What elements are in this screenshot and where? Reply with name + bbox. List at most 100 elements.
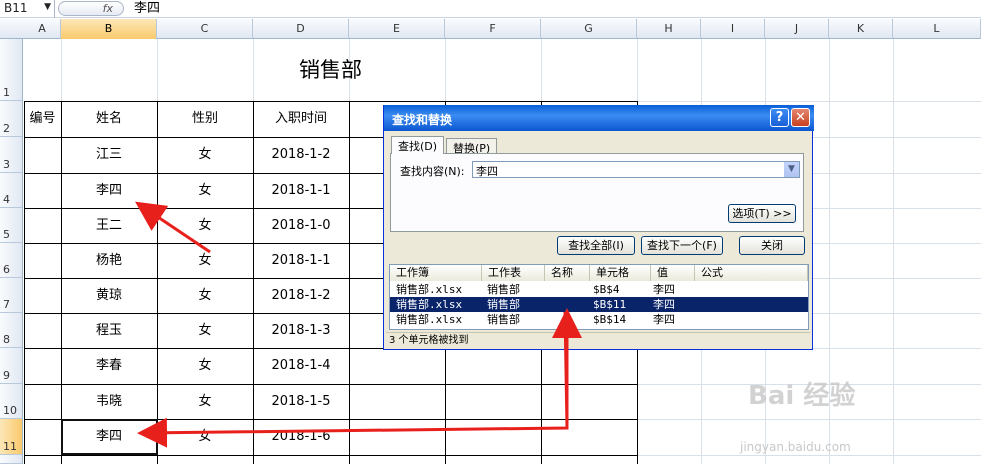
name-cell[interactable]: 黄琼	[61, 278, 157, 313]
name-cell[interactable]: 杨艳	[61, 243, 157, 278]
help-button[interactable]: ?	[770, 108, 789, 127]
result-row[interactable]: 销售部.xlsx 销售部 $B$4 李四	[390, 282, 808, 297]
row-number: 10	[3, 404, 17, 417]
column-header-c[interactable]: C	[157, 19, 253, 39]
header-cell[interactable]: 编号	[24, 101, 61, 137]
watermark-url: jingyan.baidu.com	[740, 440, 851, 454]
find-label: 查找内容(N):	[400, 165, 465, 178]
name-box[interactable]: B11 ▼	[0, 0, 55, 18]
sheet-title[interactable]: 销售部	[24, 40, 637, 101]
grid-line	[24, 455, 637, 456]
gender-cell[interactable]: 女	[157, 243, 253, 278]
active-cell-b11[interactable]	[61, 419, 158, 455]
row-header-5[interactable]: 5	[0, 208, 23, 243]
status-text: 3 个单元格被找到	[386, 332, 810, 347]
name-cell[interactable]: 李春	[61, 348, 157, 384]
insert-function-button[interactable]: fx	[58, 1, 124, 16]
date-cell[interactable]: 2018-1-2	[253, 137, 349, 173]
grid-line	[24, 101, 25, 464]
find-next-button[interactable]: 查找下一个(F)	[641, 236, 723, 255]
row-header-9[interactable]: 9	[0, 348, 23, 384]
gender-cell[interactable]: 女	[157, 384, 253, 419]
date-cell[interactable]: 2018-1-3	[253, 313, 349, 348]
name-cell[interactable]: 李四	[61, 173, 157, 208]
gender-cell[interactable]: 女	[157, 137, 253, 173]
dialog-title: 查找和替换	[384, 105, 814, 131]
formula-bar: B11 ▼ fx 李四	[0, 0, 981, 18]
result-row-selected[interactable]: 销售部.xlsx 销售部 $B$11 李四	[390, 297, 808, 312]
result-row[interactable]: 销售部.xlsx 销售部 $B$14 李四	[390, 312, 808, 327]
result-header-value[interactable]: 值	[651, 265, 695, 281]
gender-cell[interactable]: 女	[157, 278, 253, 313]
row-header-12[interactable]	[0, 455, 23, 464]
date-cell[interactable]: 2018-1-1	[253, 173, 349, 208]
row-header-10[interactable]: 10	[0, 384, 23, 419]
row-number: 11	[3, 440, 17, 453]
row-number: 5	[3, 228, 10, 241]
result-cell: $B$14	[593, 313, 627, 326]
results-list[interactable]: 工作簿 工作表 名称 单元格 值 公式 销售部.xlsx 销售部 $B$4 李四…	[389, 264, 809, 330]
result-book: 销售部.xlsx	[396, 298, 463, 311]
column-header-h[interactable]: H	[637, 19, 701, 39]
find-all-button[interactable]: 查找全部(I)	[557, 236, 635, 255]
find-what-input[interactable]: 李四 ▼	[472, 161, 800, 178]
result-header-book[interactable]: 工作簿	[390, 265, 482, 281]
row-number: 8	[3, 333, 10, 346]
chevron-down-icon[interactable]: ▼	[784, 162, 799, 177]
name-cell[interactable]: 王二	[61, 208, 157, 243]
result-header-cell[interactable]: 单元格	[590, 265, 651, 281]
column-header-e[interactable]: E	[349, 19, 445, 39]
column-header-j[interactable]: J	[765, 19, 829, 39]
close-icon[interactable]: ✕	[791, 108, 810, 127]
gender-cell[interactable]: 女	[157, 208, 253, 243]
date-cell[interactable]: 2018-1-6	[253, 419, 349, 455]
formula-input[interactable]: 李四	[134, 0, 160, 18]
result-header-formula[interactable]: 公式	[695, 265, 808, 281]
name-cell[interactable]: 韦晓	[61, 384, 157, 419]
row-header-7[interactable]: 7	[0, 278, 23, 313]
gender-cell[interactable]: 女	[157, 313, 253, 348]
column-header-b[interactable]: B	[61, 19, 157, 39]
result-book: 销售部.xlsx	[396, 313, 463, 326]
header-cell[interactable]: 入职时间	[253, 101, 349, 137]
header-cell[interactable]: 性别	[157, 101, 253, 137]
date-cell[interactable]: 2018-1-1	[253, 243, 349, 278]
column-header-k[interactable]: K	[829, 19, 893, 39]
result-header-sheet[interactable]: 工作表	[482, 265, 545, 281]
name-cell[interactable]: 江三	[61, 137, 157, 173]
grid-line	[349, 101, 350, 464]
close-button[interactable]: 关闭	[739, 236, 805, 255]
gender-cell[interactable]: 女	[157, 348, 253, 384]
row-header-4[interactable]: 4	[0, 173, 23, 208]
row-number: 4	[3, 193, 10, 206]
date-cell[interactable]: 2018-1-4	[253, 348, 349, 384]
name-cell[interactable]: 程玉	[61, 313, 157, 348]
result-header-name[interactable]: 名称	[545, 265, 590, 281]
row-number: 1	[3, 86, 10, 99]
row-header-6[interactable]: 6	[0, 243, 23, 278]
options-button[interactable]: 选项(T) >>	[728, 204, 796, 223]
gender-cell[interactable]: 女	[157, 419, 253, 455]
result-value: 李四	[653, 313, 675, 326]
date-cell[interactable]: 2018-1-5	[253, 384, 349, 419]
tab-find[interactable]: 查找(D)	[391, 136, 445, 154]
result-value: 李四	[653, 298, 675, 311]
row-header-2[interactable]: 2	[0, 101, 23, 137]
row-header-8[interactable]: 8	[0, 313, 23, 348]
row-header-11[interactable]: 11	[0, 419, 23, 455]
column-header-g[interactable]: G	[541, 19, 637, 39]
find-replace-dialog: 查找和替换 ? ✕ 查找(D) 替换(P) 查找内容(N): 李四 ▼ 选项(T…	[383, 105, 814, 350]
column-header-f[interactable]: F	[445, 19, 541, 39]
column-header-i[interactable]: I	[701, 19, 765, 39]
date-cell[interactable]: 2018-1-0	[253, 208, 349, 243]
chevron-down-icon[interactable]: ▼	[44, 2, 51, 12]
column-header-l[interactable]: L	[893, 19, 981, 39]
date-cell[interactable]: 2018-1-2	[253, 278, 349, 313]
row-header-3[interactable]: 3	[0, 137, 23, 173]
column-header-a[interactable]: A	[24, 19, 61, 39]
gender-cell[interactable]: 女	[157, 173, 253, 208]
row-number: 7	[3, 298, 10, 311]
column-header-d[interactable]: D	[253, 19, 349, 39]
header-cell[interactable]: 姓名	[61, 101, 157, 137]
row-header-1[interactable]: 1	[0, 39, 23, 101]
